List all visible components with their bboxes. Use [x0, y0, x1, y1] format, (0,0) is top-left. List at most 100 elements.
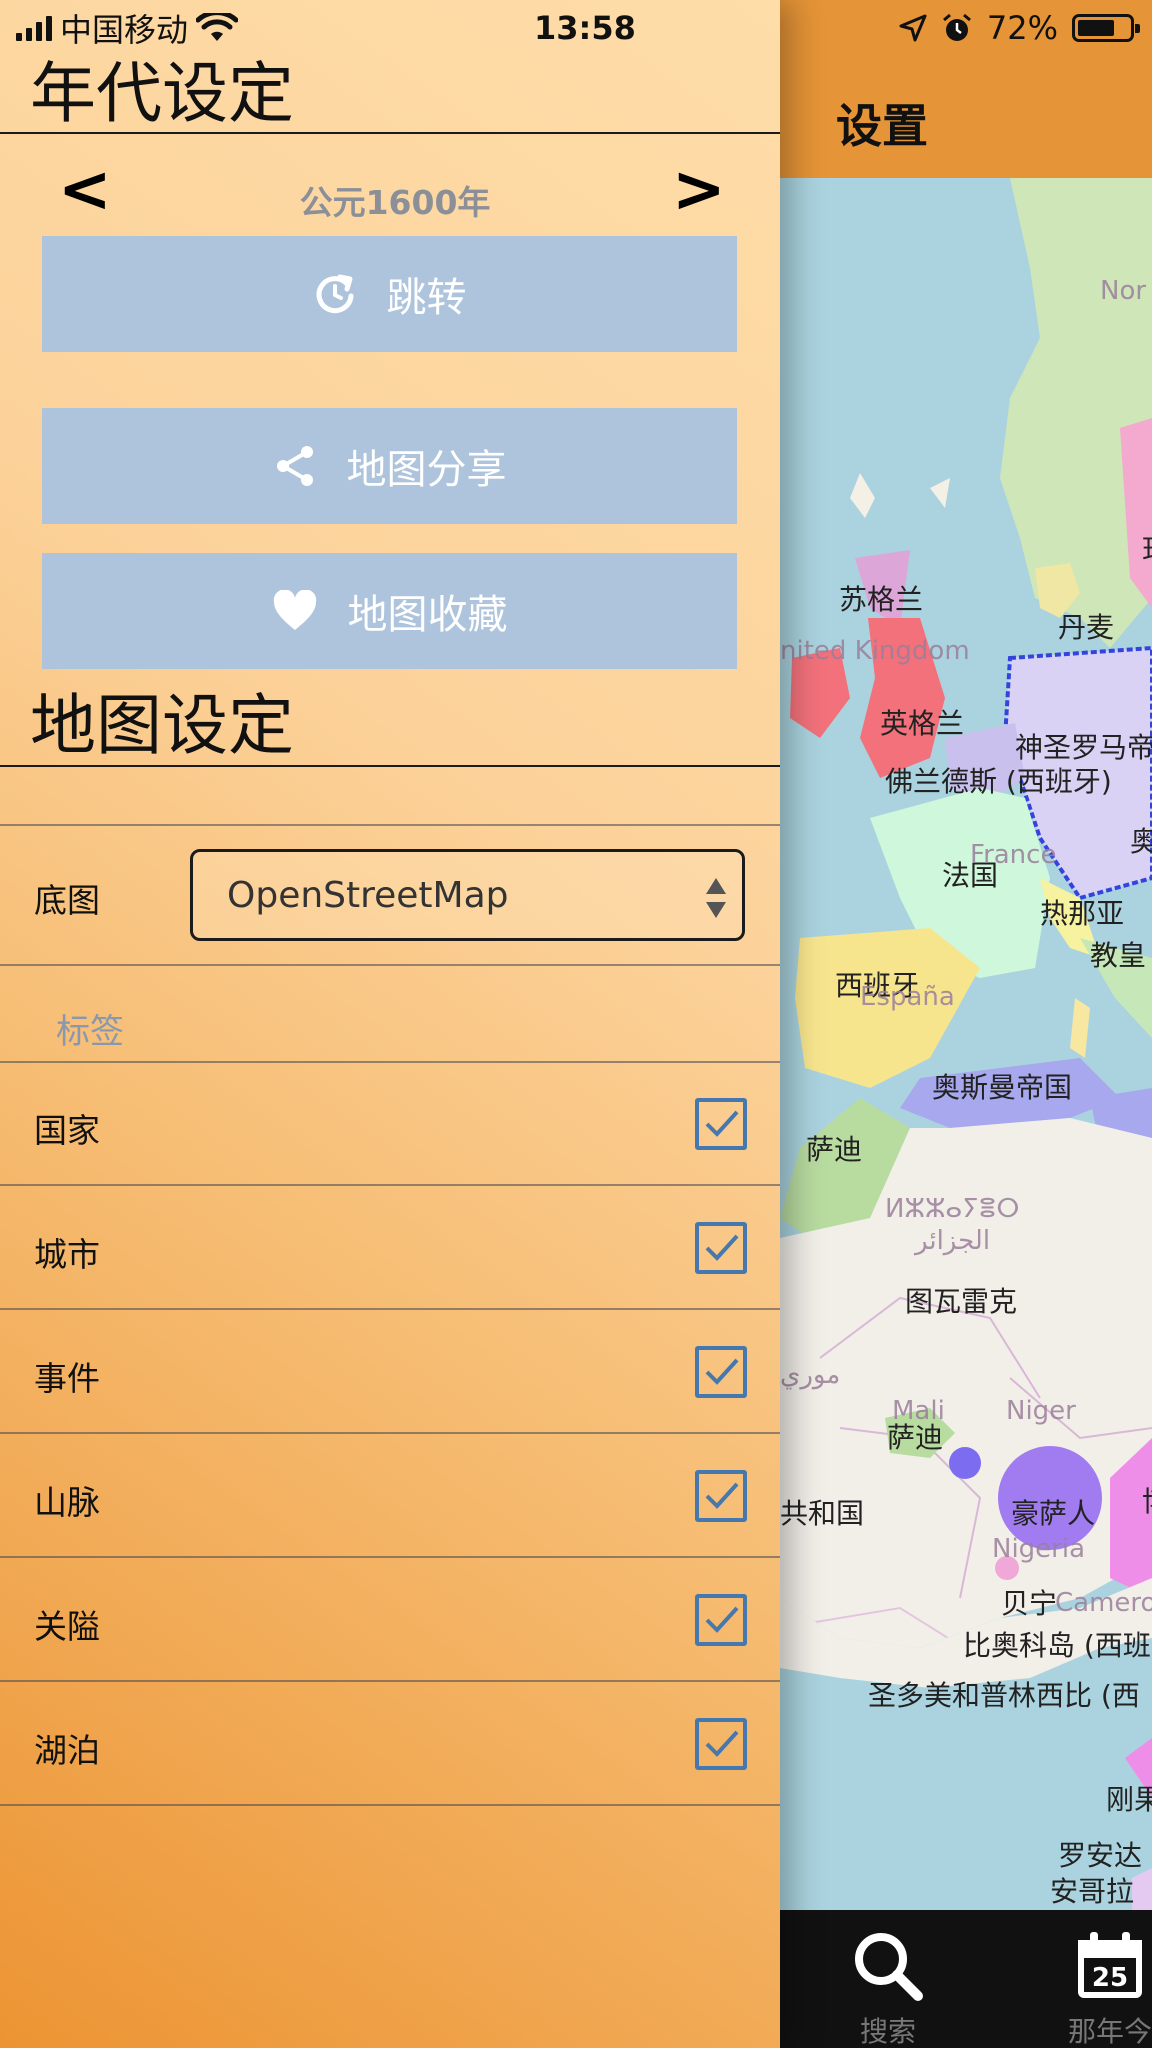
status-left: 中国移动 [16, 8, 239, 49]
map-view[interactable]: 苏格兰 丹麦 英格兰 神圣罗马帝 佛兰德斯 (西班牙) 法国 热那亚 教皇 西班牙 奥斯曼帝国 萨迪… [780, 178, 1152, 1910]
label-option-name: 国家 [34, 1111, 100, 1150]
label-option-row[interactable]: 城市 [0, 1186, 780, 1310]
search-icon [855, 1933, 923, 2001]
map-place-label: 比奥科岛 (西班 [963, 1629, 1151, 1662]
tab-on-this-day[interactable]: 25 那年今 [1068, 1928, 1152, 2048]
tab-bar: 搜索 25 那年今 [780, 1910, 1152, 2048]
calendar-icon: 25 [1078, 1932, 1142, 1998]
battery-icon [1072, 14, 1140, 42]
map-basemap-label: España [860, 982, 955, 1012]
calendar-day: 25 [1092, 1963, 1128, 1993]
location-arrow-icon [899, 14, 927, 42]
label-option-checkbox[interactable] [695, 1222, 747, 1274]
wifi-icon [196, 13, 239, 41]
map-place-label: 佛兰德斯 (西班牙) [885, 765, 1112, 798]
map-place-label: 奥 [1130, 825, 1152, 858]
label-option-name: 关隘 [34, 1607, 100, 1646]
map-place-label: 豪萨人 [1011, 1497, 1096, 1530]
map-place-label: 教皇 [1090, 939, 1147, 972]
map-place-label: 圣多美和普林西比 (西 [868, 1679, 1140, 1712]
map-place-label: 安哥拉 [1050, 1875, 1135, 1908]
map-header-title: 设置 [836, 99, 928, 153]
label-option-name: 湖泊 [34, 1731, 100, 1770]
tab-search[interactable]: 搜索 [850, 1928, 926, 2048]
map-basemap-label: nited Kingdom [780, 636, 970, 666]
refresh-icon [316, 274, 353, 314]
row-divider [0, 1804, 780, 1806]
map-settings-title: 地图设定 [30, 687, 294, 764]
carrier-name: 中国移动 [60, 11, 189, 49]
base-map-value: OpenStreetMap [227, 874, 509, 916]
heart-icon [273, 590, 316, 630]
divider [0, 765, 780, 767]
tab-search-label: 搜索 [859, 2015, 916, 2048]
label-option-checkbox[interactable] [695, 1098, 747, 1150]
map-place-label: 罗安达 [1058, 1839, 1143, 1872]
checkmark-icon [705, 1606, 739, 1633]
label-option-row[interactable]: 关隘 [0, 1558, 780, 1682]
base-map-label: 底图 [34, 881, 100, 920]
label-option-name: 城市 [34, 1235, 100, 1274]
base-map-select[interactable]: OpenStreetMap [190, 849, 745, 941]
label-option-row[interactable]: 事件 [0, 1310, 780, 1434]
map-place-label: 英格兰 [880, 707, 965, 740]
next-year-button[interactable]: > [672, 154, 726, 226]
map-basemap-label: Mali [892, 1396, 945, 1426]
row-divider [0, 824, 780, 826]
map-place-label: 共和国 [780, 1497, 865, 1530]
tab-on-this-day-label: 那年今 [1068, 2015, 1152, 2048]
signal-icon [16, 15, 52, 41]
checkmark-icon [705, 1234, 739, 1261]
map-place-label: 苏格兰 [839, 583, 924, 616]
map-place-label: 丹麦 [1058, 611, 1115, 644]
map-basemap-label: Nor [1100, 276, 1147, 306]
map-place-label: 博 [1142, 1480, 1152, 1520]
map-place-label: 奥斯曼帝国 [932, 1071, 1073, 1104]
checkmark-icon [705, 1482, 739, 1509]
divider [0, 132, 780, 134]
label-option-checkbox[interactable] [695, 1718, 747, 1770]
checkmark-icon [705, 1110, 739, 1137]
label-option-checkbox[interactable] [695, 1346, 747, 1398]
updown-chevron-icon [706, 878, 726, 918]
label-option-checkbox[interactable] [695, 1594, 747, 1646]
map-basemap-label: موري [780, 1360, 841, 1390]
map-basemap-label: ⵍⵣⵣⴰⵢⴻⵔ [885, 1194, 1020, 1224]
map-basemap-label: Niger [1006, 1396, 1076, 1426]
map-share-label: 地图分享 [346, 447, 507, 493]
alarm-icon [942, 13, 971, 41]
map-place-label: 珏 [1142, 528, 1152, 568]
map-basemap-label: Camero [1055, 1588, 1152, 1618]
map-basemap-label: France [970, 840, 1057, 870]
map-place-label: 热那亚 [1040, 897, 1125, 930]
battery-fill [1078, 20, 1114, 36]
jump-button[interactable]: 跳转 [42, 236, 737, 352]
label-option-row[interactable]: 山脉 [0, 1434, 780, 1558]
map-basemap-label: الجزائر [915, 1226, 991, 1256]
settings-panel: 年代设定 < 公元1600年 > 跳转 地图分享 地图收藏 地图设定 底图 Op… [0, 0, 780, 2048]
labels-group-header: 标签 [56, 1012, 124, 1052]
map-share-button[interactable]: 地图分享 [42, 408, 737, 524]
jump-button-label: 跳转 [386, 275, 467, 321]
status-time: 13:58 [534, 9, 636, 47]
row-divider [0, 964, 780, 966]
share-icon [276, 446, 313, 486]
map-basemap-label: Nigeria [992, 1534, 1086, 1564]
checkmark-icon [705, 1730, 739, 1757]
year-label: 公元1600年 [299, 183, 491, 222]
battery-percent: 72% [986, 9, 1058, 47]
checkmark-icon [705, 1358, 739, 1385]
label-option-checkbox[interactable] [695, 1470, 747, 1522]
label-option-row[interactable]: 湖泊 [0, 1682, 780, 1806]
map-place-label: 萨迪 [806, 1133, 863, 1166]
status-right: 72% [899, 8, 1140, 48]
status-bar: 中国移动 13:58 72% [0, 0, 1152, 56]
map-place-label: 贝宁 [1001, 1587, 1058, 1620]
map-place-label: 图瓦雷克 [905, 1285, 1018, 1318]
prev-year-button[interactable]: < [58, 154, 112, 226]
map-place-label: 刚果 [1106, 1783, 1152, 1816]
label-option-row[interactable]: 国家 [0, 1062, 780, 1186]
map-favorite-label: 地图收藏 [347, 592, 508, 638]
map-favorite-button[interactable]: 地图收藏 [42, 553, 737, 669]
label-option-name: 事件 [34, 1359, 100, 1398]
